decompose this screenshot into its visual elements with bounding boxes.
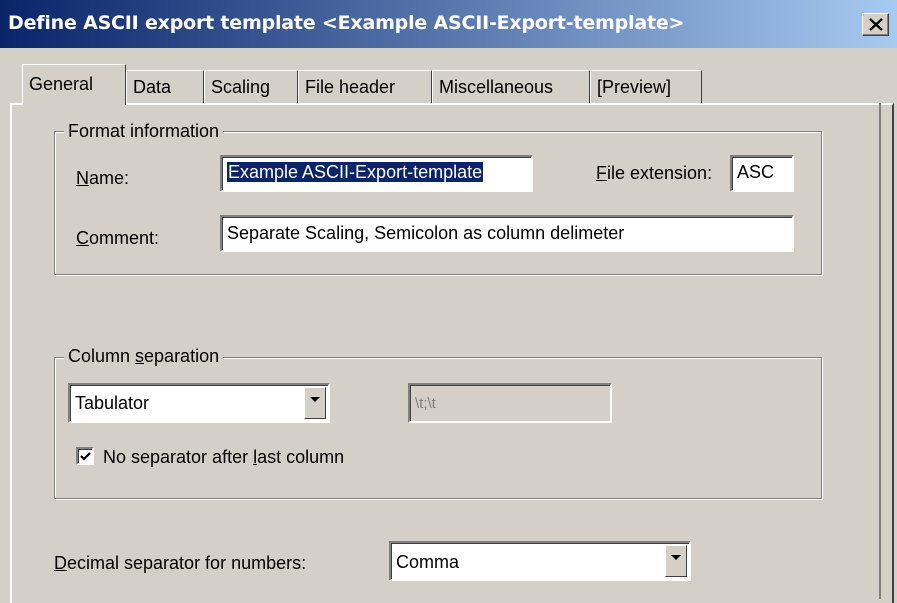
format-information-group (54, 131, 822, 275)
file-extension-label: File extension: (596, 163, 713, 183)
tab-data[interactable]: Data (126, 70, 204, 104)
name-label: Name: (76, 168, 130, 188)
chevron-down-icon (671, 555, 681, 560)
window-title: Define ASCII export template <Example AS… (8, 12, 685, 34)
dropdown-button[interactable] (665, 545, 687, 577)
comment-field[interactable]: Separate Scaling, Semicolon as column de… (220, 215, 794, 252)
name-value: Example ASCII-Export-template (225, 161, 485, 183)
check-icon (80, 452, 91, 461)
chevron-down-icon (310, 397, 320, 402)
file-extension-field[interactable]: ASC (730, 155, 794, 192)
tab-scaling[interactable]: Scaling (204, 70, 298, 104)
tab-label: File header (305, 77, 396, 97)
no-separator-label[interactable]: No separator after last column (103, 447, 344, 468)
close-icon (869, 18, 883, 31)
column-separator-select[interactable]: Tabulator (68, 383, 330, 423)
format-information-title: Format information (64, 121, 224, 142)
tab-label: Scaling (211, 77, 271, 97)
tab-miscellaneous[interactable]: Miscellaneous (432, 70, 590, 104)
column-separator-value: Tabulator (75, 393, 150, 413)
tab-general[interactable]: General (22, 64, 126, 105)
dropdown-button[interactable] (304, 387, 326, 419)
close-button[interactable] (862, 13, 889, 36)
tab-label: General (29, 74, 94, 94)
tab-preview[interactable]: [Preview] (590, 70, 702, 104)
title-bar: Define ASCII export template <Example AS… (0, 0, 897, 48)
tab-label: Data (133, 77, 172, 97)
custom-separator-field: \t;\t (408, 383, 612, 423)
panel-edge (879, 103, 881, 599)
decimal-separator-select[interactable]: Comma (389, 541, 691, 581)
column-separation-title: Column separation (64, 346, 224, 367)
comment-value: Separate Scaling, Semicolon as column de… (227, 223, 625, 243)
tab-label: Miscellaneous (439, 77, 554, 97)
tab-label: [Preview] (597, 77, 672, 97)
tab-file-header[interactable]: File header (298, 70, 432, 104)
decimal-separator-value: Comma (396, 552, 460, 572)
name-field[interactable]: Example ASCII-Export-template (220, 155, 533, 192)
file-extension-value: ASC (737, 162, 775, 182)
comment-label: Comment: (76, 228, 160, 248)
decimal-separator-label: Decimal separator for numbers: (54, 553, 307, 573)
custom-separator-value: \t;\t (415, 395, 436, 412)
no-separator-checkbox[interactable] (76, 447, 94, 465)
column-separation-group (54, 357, 822, 499)
